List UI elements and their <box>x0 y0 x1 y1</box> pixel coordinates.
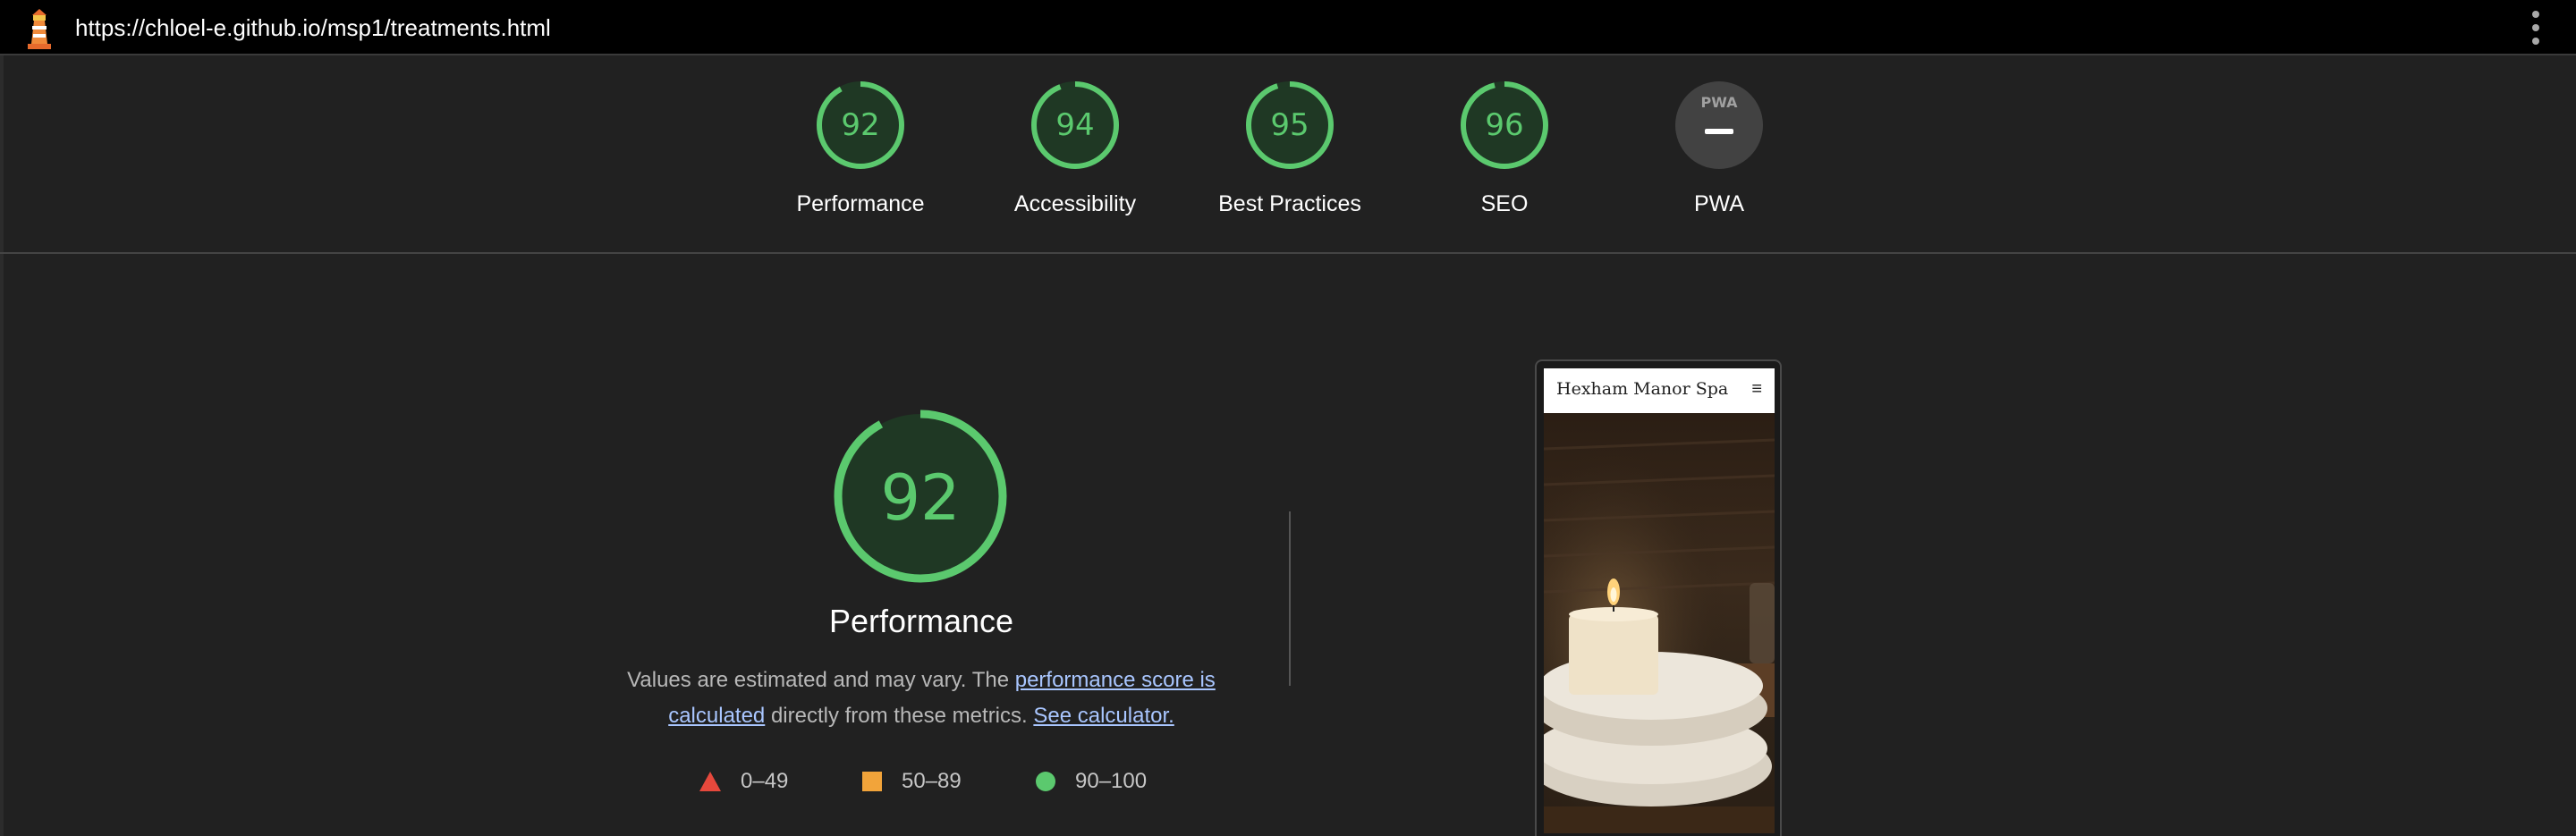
legend-average-range: 50–89 <box>902 769 962 793</box>
square-icon <box>862 772 882 791</box>
gauge-seo-value: 96 <box>1485 107 1523 143</box>
triangle-icon <box>699 772 721 791</box>
gauge-best-practices-value: 95 <box>1270 107 1309 143</box>
performance-description: Values are estimated and may vary. The p… <box>626 663 1216 734</box>
screenshot-brand: Hexham Manor Spa <box>1556 379 1729 399</box>
legend-average: 50–89 <box>862 769 962 794</box>
gauge-accessibility[interactable]: 94 Accessibility <box>977 80 1174 224</box>
performance-section: 92 Performance Values are estimated and … <box>590 393 1252 836</box>
desc-prefix: Values are estimated and may vary. The <box>627 668 1015 692</box>
gauge-performance-label: Performance <box>796 191 925 216</box>
screenshot-site-header: Hexham Manor Spa ≡ <box>1544 368 1775 413</box>
legend-fail-range: 0–49 <box>741 769 789 793</box>
score-summary: 92 Performance 94 Accessibility 95 Best … <box>0 55 2576 254</box>
browser-top-bar: https://chloel-e.github.io/msp1/treatmen… <box>0 0 2576 55</box>
screenshot-hero-image <box>1544 413 1775 833</box>
score-legend: 0–49 50–89 90–100 <box>590 769 1252 805</box>
gauge-performance-ring: 92 <box>817 81 904 169</box>
gauge-best-practices-ring: 95 <box>1246 81 1334 169</box>
legend-fail: 0–49 <box>699 769 788 794</box>
legend-pass-range: 90–100 <box>1075 769 1148 793</box>
gauge-best-practices[interactable]: 95 Best Practices <box>1191 80 1388 224</box>
candle-towels-image <box>1544 413 1775 833</box>
final-screenshot[interactable]: Hexham Manor Spa ≡ <box>1535 359 1782 836</box>
desc-middle: directly from these metrics. <box>765 704 1034 728</box>
lighthouse-icon <box>28 9 51 49</box>
performance-title: Performance <box>828 603 1014 639</box>
gauge-pwa[interactable]: PWA PWA <box>1621 80 1818 224</box>
pwa-badge-icon: PWA <box>1675 81 1763 169</box>
performance-big-gauge: 92 <box>834 410 1007 583</box>
gauge-seo-ring: 96 <box>1461 81 1548 169</box>
gauge-seo-label: SEO <box>1480 191 1529 216</box>
see-calculator-link[interactable]: See calculator. <box>1033 704 1174 728</box>
gauge-accessibility-ring: 94 <box>1031 81 1119 169</box>
performance-big-value: 92 <box>880 461 960 535</box>
gauge-performance-value: 92 <box>841 107 879 143</box>
gauge-performance[interactable]: 92 Performance <box>762 80 959 224</box>
gauge-pwa-label: PWA <box>1693 191 1745 216</box>
hamburger-menu-icon: ≡ <box>1751 379 1762 399</box>
circle-icon <box>1036 772 1055 791</box>
legend-pass: 90–100 <box>1036 769 1147 794</box>
kebab-menu-icon[interactable] <box>2529 11 2542 45</box>
section-divider <box>1289 511 1291 686</box>
pwa-badge-text: PWA <box>1700 94 1738 111</box>
gauge-seo[interactable]: 96 SEO <box>1406 80 1603 224</box>
url-text[interactable]: https://chloel-e.github.io/msp1/treatmen… <box>75 14 551 42</box>
gauge-accessibility-label: Accessibility <box>1013 191 1137 216</box>
gauge-accessibility-value: 94 <box>1055 107 1094 143</box>
gauge-best-practices-label: Best Practices <box>1218 191 1361 216</box>
